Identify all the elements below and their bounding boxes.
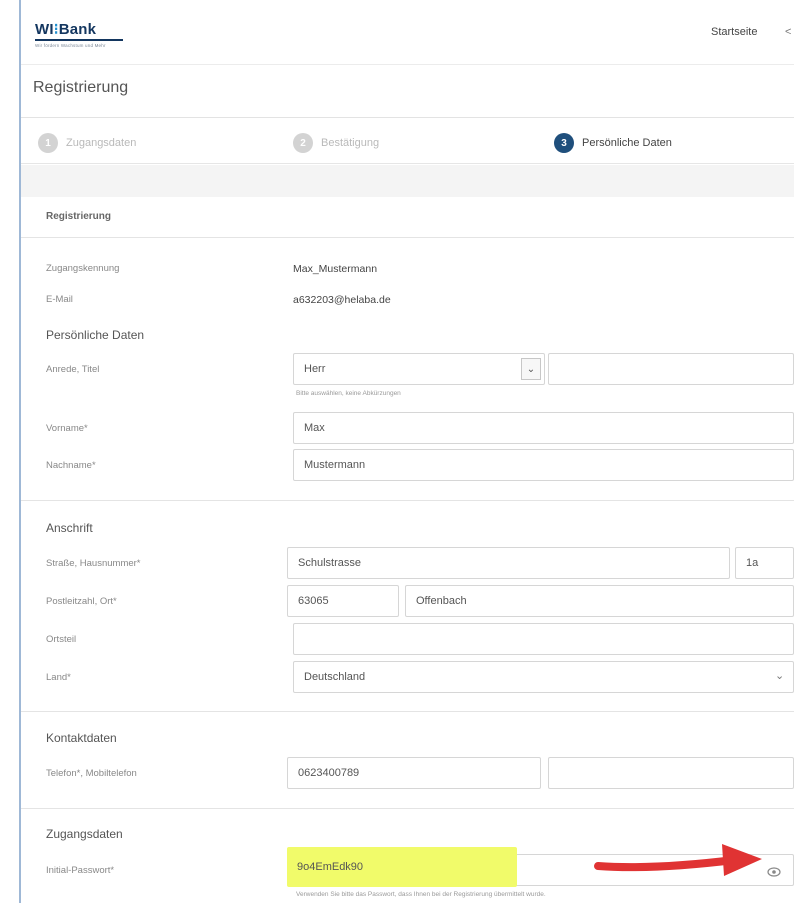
logo-wordmark: WI⁝Bank bbox=[35, 21, 97, 38]
share-icon[interactable]: < bbox=[785, 26, 791, 38]
wibank-logo[interactable]: WI⁝Bank Wir fördern Wachstum und Mehr bbox=[35, 20, 123, 48]
street-input[interactable]: Schulstrasse bbox=[287, 547, 730, 579]
address-heading: Anschrift bbox=[46, 521, 93, 535]
zip-input[interactable]: 63065 bbox=[287, 585, 399, 617]
salutation-label: Anrede, Titel bbox=[46, 364, 100, 375]
section-spacer bbox=[21, 165, 794, 197]
country-label: Land* bbox=[46, 672, 71, 683]
step-label: Persönliche Daten bbox=[582, 137, 672, 149]
username-label: Zugangskennung bbox=[46, 263, 120, 274]
logo-underline bbox=[35, 39, 123, 41]
startseite-link[interactable]: Startseite bbox=[711, 26, 757, 38]
email-value: a632203@helaba.de bbox=[293, 294, 391, 306]
mobile-input[interactable] bbox=[548, 757, 794, 789]
salutation-hint: Bitte auswählen, keine Abkürzungen bbox=[296, 390, 401, 397]
logo-tagline: Wir fördern Wachstum und Mehr bbox=[35, 43, 106, 48]
street-label: Straße, Hausnummer* bbox=[46, 558, 141, 569]
step-zugangsdaten: 1 Zugangsdaten bbox=[38, 132, 136, 154]
header-divider bbox=[21, 64, 794, 65]
divider bbox=[21, 500, 794, 501]
step-persoenliche-daten: 3 Persönliche Daten bbox=[554, 132, 672, 154]
step-bestaetigung: 2 Bestätigung bbox=[293, 132, 379, 154]
step-number: 3 bbox=[554, 133, 574, 153]
divider bbox=[21, 711, 794, 712]
password-hint: Verwenden Sie bitte das Passwort, dass I… bbox=[296, 891, 546, 898]
divider bbox=[21, 237, 794, 238]
page-title: Registrierung bbox=[33, 79, 129, 96]
country-select[interactable]: Deutschland bbox=[293, 661, 794, 693]
city-input[interactable]: Offenbach bbox=[405, 585, 794, 617]
username-value: Max_Mustermann bbox=[293, 263, 378, 275]
step-number: 1 bbox=[38, 133, 58, 153]
phone-input[interactable]: 0623400789 bbox=[287, 757, 541, 789]
firstname-label: Vorname* bbox=[46, 423, 88, 434]
step-number: 2 bbox=[293, 133, 313, 153]
access-heading: Zugangsdaten bbox=[46, 827, 123, 841]
lastname-label: Nachname* bbox=[46, 460, 96, 471]
district-input[interactable] bbox=[293, 623, 794, 655]
contact-heading: Kontaktdaten bbox=[46, 731, 117, 745]
lastname-input[interactable]: Mustermann bbox=[293, 449, 794, 481]
divider bbox=[21, 808, 794, 809]
step-label: Zugangsdaten bbox=[66, 137, 137, 149]
progress-stepper: 1 Zugangsdaten 2 Bestätigung 3 Persönlic… bbox=[21, 120, 794, 164]
step-label: Bestätigung bbox=[321, 137, 380, 149]
zip-city-label: Postleitzahl, Ort* bbox=[46, 596, 117, 607]
red-arrow-annotation bbox=[594, 844, 762, 876]
phone-label: Telefon*, Mobiltelefon bbox=[46, 768, 137, 779]
firstname-input[interactable]: Max bbox=[293, 412, 794, 444]
chevron-down-icon[interactable]: ⌄ bbox=[775, 669, 784, 682]
district-label: Ortsteil bbox=[46, 634, 77, 645]
personal-data-heading: Persönliche Daten bbox=[46, 328, 145, 342]
housenumber-input[interactable]: 1a bbox=[735, 547, 794, 579]
header: WI⁝Bank Wir fördern Wachstum und Mehr St… bbox=[21, 0, 794, 118]
title-input[interactable] bbox=[548, 353, 794, 385]
section-title: Registrierung bbox=[46, 211, 112, 222]
chevron-down-icon[interactable]: ⌄ bbox=[521, 358, 541, 380]
password-input[interactable]: 9o4EmEdk90 bbox=[287, 847, 517, 887]
email-label: E-Mail bbox=[46, 294, 73, 305]
salutation-select[interactable]: Herr bbox=[293, 353, 545, 385]
password-label: Initial-Passwort* bbox=[46, 865, 115, 876]
